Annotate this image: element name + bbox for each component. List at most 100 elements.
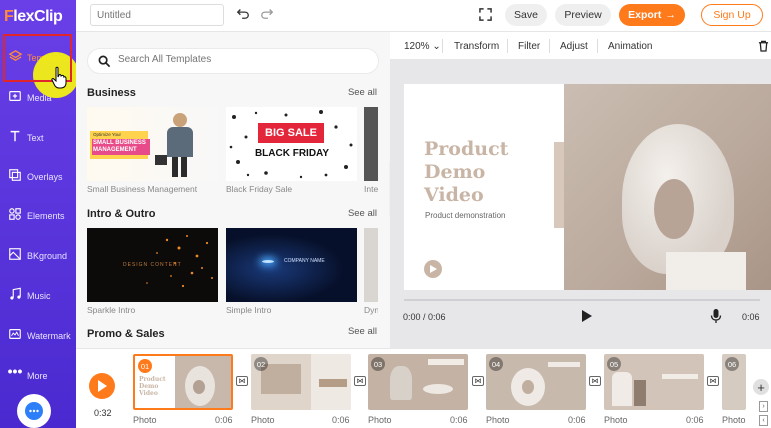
transition-icon: ⋈	[474, 378, 482, 385]
template-thumb-sparkle-intro[interactable]: DESIGN CONTENT	[87, 228, 218, 302]
background-icon	[7, 246, 23, 262]
export-button[interactable]: Export →	[619, 4, 685, 26]
timeline-clip[interactable]: 04	[486, 354, 586, 410]
template-caption: Inte	[364, 184, 378, 194]
template-thumb-partial[interactable]	[364, 228, 378, 302]
top-bar: Save Preview Export→ Sign Up	[76, 0, 771, 32]
timeline-clip[interactable]: 03	[368, 354, 468, 410]
microphone-icon[interactable]	[710, 308, 722, 324]
sidebar-item-more[interactable]: ••• More	[0, 358, 76, 396]
flexclip-logo[interactable]: FlexClip	[4, 8, 63, 26]
template-thumb-small-business[interactable]: Optimize Your SMALL BUSINESS MANAGEMENT	[87, 107, 218, 181]
transition-button[interactable]: ⋈	[589, 376, 601, 386]
tool-adjust[interactable]: Adjust	[560, 41, 588, 52]
media-icon	[7, 88, 23, 104]
undo-icon[interactable]	[236, 6, 250, 25]
arrow-right-icon: →	[665, 9, 676, 21]
see-all-business-link[interactable]: See all	[348, 87, 377, 98]
transition-icon: ⋈	[709, 378, 717, 385]
project-title-input[interactable]	[90, 4, 224, 26]
transition-icon: ⋈	[356, 378, 364, 385]
sidebar-item-bkground[interactable]: BKground	[0, 238, 76, 276]
clip-number: 03	[371, 357, 385, 371]
fullscreen-icon[interactable]	[479, 8, 492, 26]
tool-animation[interactable]: Animation	[608, 41, 652, 52]
clip-number: 01	[138, 359, 152, 373]
preview-play-badge	[424, 260, 442, 278]
sidebar-item-watermark[interactable]: Watermark	[0, 318, 76, 356]
template-thumb-simple-intro[interactable]: COMPANY NAME	[226, 228, 357, 302]
clip-label: Photo	[604, 415, 628, 425]
plus-icon: +	[757, 379, 765, 395]
template-search-bar[interactable]	[87, 48, 379, 74]
transition-button[interactable]: ⋈	[354, 376, 366, 386]
clip-number: 05	[607, 357, 621, 371]
timeline-clip[interactable]: Product Demo Video 01	[133, 354, 233, 410]
add-clip-button[interactable]: +	[753, 379, 769, 395]
zoom-value: 120%	[404, 41, 430, 52]
timeline-clip[interactable]: 02	[251, 354, 351, 410]
see-all-intro-outro-link[interactable]: See all	[348, 208, 377, 219]
preview-subtitle: Product demonstration	[425, 211, 506, 220]
play-icon	[98, 380, 107, 392]
sidebar-item-elements[interactable]: Elements	[0, 198, 76, 236]
play-icon[interactable]	[581, 309, 593, 323]
template-thumb-partial[interactable]	[364, 107, 378, 181]
zoom-select[interactable]: 120% ⌄	[404, 41, 441, 52]
section-title-promo-sales: Promo & Sales	[87, 328, 165, 340]
more-icon: •••	[7, 363, 23, 379]
transition-button[interactable]: ⋈	[472, 376, 484, 386]
chevron-right-icon: ›	[762, 403, 765, 410]
timeline-clip[interactable]: 06	[722, 354, 746, 410]
timeline-clip[interactable]: 05	[604, 354, 704, 410]
overlays-icon	[7, 167, 23, 183]
search-input[interactable]	[118, 54, 358, 65]
save-button[interactable]: Save	[505, 4, 547, 26]
clip-duration: 0:06	[215, 415, 233, 425]
tool-filter[interactable]: Filter	[518, 41, 540, 52]
clip-label: Photo	[486, 415, 510, 425]
see-all-promo-sales-link[interactable]: See all	[348, 326, 377, 337]
sidebar-item-label: Elements	[27, 211, 65, 221]
editor-area: 120% ⌄ Transform Filter Adjust Animation…	[390, 32, 771, 348]
editor-toolbar: 120% ⌄ Transform Filter Adjust Animation	[390, 32, 771, 60]
template-caption: Black Friday Sale	[226, 184, 293, 194]
time-total: 0:06	[742, 312, 760, 322]
sidebar-item-text[interactable]: Text	[0, 120, 76, 158]
clip-duration: 0:06	[568, 415, 586, 425]
music-icon	[7, 286, 23, 302]
preview-button[interactable]: Preview	[555, 4, 611, 26]
section-title-business: Business	[87, 87, 136, 99]
trash-icon[interactable]	[758, 40, 769, 52]
tool-transform[interactable]: Transform	[454, 41, 499, 52]
sidebar-item-overlays[interactable]: Overlays	[0, 159, 76, 197]
elements-icon	[7, 206, 23, 222]
sidebar-item-label: Music	[27, 291, 51, 301]
chevron-down-icon: ⌄	[429, 41, 441, 52]
sign-up-button[interactable]: Sign Up	[701, 4, 763, 26]
thumb-text: DESIGN CONTENT	[123, 262, 182, 268]
playback-progress[interactable]	[404, 299, 760, 301]
chat-support-button[interactable]	[17, 394, 51, 428]
redo-icon[interactable]	[260, 6, 274, 25]
canvas-preview[interactable]: Product Demo Video Product demonstration	[404, 84, 771, 290]
time-current: 0:00 / 0:06	[403, 312, 446, 322]
template-caption: Small Business Management	[87, 184, 198, 194]
clip-duration: 0:06	[332, 415, 350, 425]
transition-icon: ⋈	[591, 378, 599, 385]
templates-panel: Business See all Optimize Your SMALL BUS…	[76, 32, 390, 348]
sidebar-item-label: BKground	[27, 251, 68, 261]
timeline-play-button[interactable]	[89, 373, 115, 399]
transition-button[interactable]: ⋈	[236, 376, 248, 386]
scroll-left-button[interactable]: ‹	[759, 415, 768, 426]
clip-label: Photo	[722, 415, 746, 425]
clip-duration: 0:06	[450, 415, 468, 425]
preview-title-line: Product	[424, 138, 509, 160]
thumb-text: Optimize Your	[93, 132, 122, 137]
template-thumb-black-friday[interactable]: BIG SALE BLACK FRIDAY	[226, 107, 357, 181]
clip-label: Photo	[251, 415, 275, 425]
export-label: Export	[628, 9, 662, 21]
sidebar-item-music[interactable]: Music	[0, 278, 76, 316]
scroll-right-button[interactable]: ›	[759, 401, 768, 412]
transition-button[interactable]: ⋈	[707, 376, 719, 386]
